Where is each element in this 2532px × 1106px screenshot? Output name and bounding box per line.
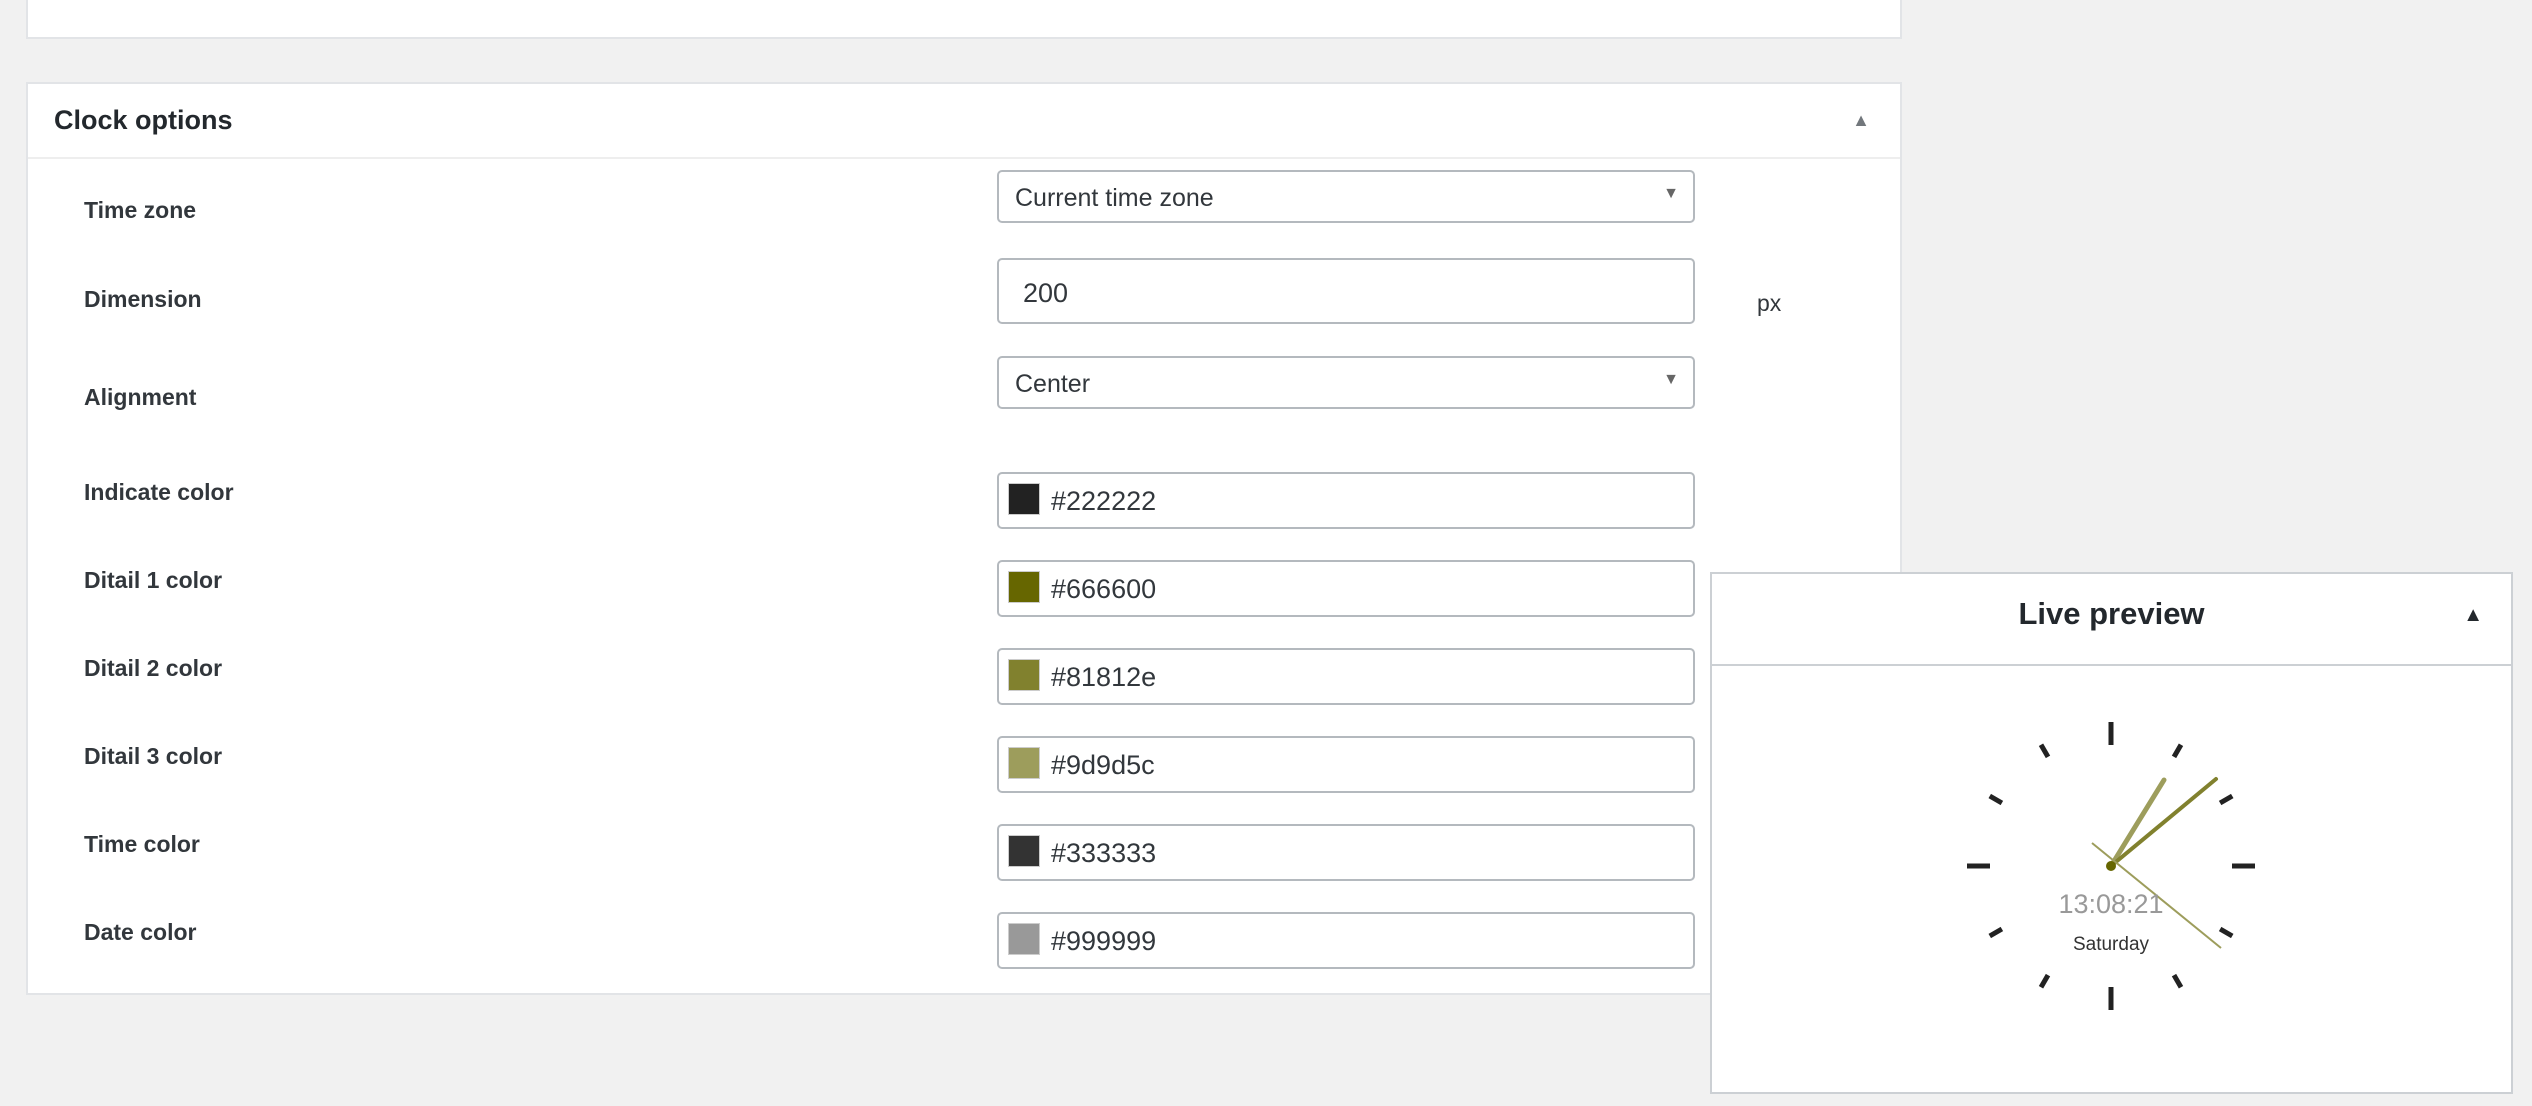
hour-tick xyxy=(2218,793,2234,806)
time-color-input[interactable]: #333333 xyxy=(997,824,1695,881)
clock-time: 13:08:21 xyxy=(2058,889,2163,919)
indicate-color-value: #222222 xyxy=(1051,486,1157,516)
ditail-2-color-value: #81812e xyxy=(1051,662,1157,692)
triangle-down-icon: ▼ xyxy=(1663,371,1679,388)
live-preview-panel: Live preview ▲ 13:08:21 Saturday xyxy=(1710,572,2513,1094)
indicate-color-input[interactable]: #222222 xyxy=(997,472,1695,529)
ditail-1-color-input[interactable]: #666600 xyxy=(997,560,1695,617)
triangle-down-icon: ▼ xyxy=(1663,185,1679,202)
dimension-unit: px xyxy=(1757,290,1782,316)
clock-options-header[interactable]: Clock options ▲ xyxy=(28,84,1900,159)
ditail-2-color-label: Ditail 2 color xyxy=(84,655,223,681)
panel-title: Clock options xyxy=(54,105,233,135)
date-color-value: #999999 xyxy=(1051,926,1157,956)
color-swatch[interactable] xyxy=(1008,835,1040,867)
clock-date: Saturday xyxy=(2073,934,2150,955)
hour-tick xyxy=(2218,926,2234,939)
color-swatch[interactable] xyxy=(1008,747,1040,779)
color-swatch[interactable] xyxy=(1008,923,1040,955)
collapse-triangle-up-icon[interactable]: ▲ xyxy=(2463,604,2483,627)
hour-tick xyxy=(2171,973,2184,989)
collapse-triangle-up-icon[interactable]: ▲ xyxy=(1852,110,1870,131)
time-zone-value: Current time zone xyxy=(1015,184,1214,212)
panel-title: Live preview xyxy=(2018,596,2205,631)
hour-tick xyxy=(1988,793,2004,806)
dimension-value: 200 xyxy=(1023,278,1069,308)
alignment-label: Alignment xyxy=(84,384,197,410)
color-swatch[interactable] xyxy=(1008,659,1040,691)
clock-center xyxy=(2106,861,2116,871)
alignment-value: Center xyxy=(1015,370,1091,398)
hour-tick xyxy=(2038,743,2051,759)
live-preview-header[interactable]: Live preview ▲ xyxy=(1712,574,2511,666)
ditail-2-color-input[interactable]: #81812e xyxy=(997,648,1695,705)
time-zone-select[interactable]: Current time zone ▼ xyxy=(997,170,1695,223)
dimension-label: Dimension xyxy=(84,286,202,312)
ditail-3-color-input[interactable]: #9d9d5c xyxy=(997,736,1695,793)
hour-tick xyxy=(2038,973,2051,989)
time-color-value: #333333 xyxy=(1051,838,1157,868)
ditail-1-color-value: #666600 xyxy=(1051,574,1157,604)
color-swatch[interactable] xyxy=(1008,571,1040,603)
clock-options-panel: Clock options ▲ Time zone Current time z… xyxy=(26,82,1902,995)
indicate-color-label: Indicate color xyxy=(84,479,234,505)
top-panel xyxy=(26,0,1902,39)
ditail-1-color-label: Ditail 1 color xyxy=(84,567,223,593)
ditail-3-color-value: #9d9d5c xyxy=(1051,750,1155,780)
time-zone-label: Time zone xyxy=(84,197,197,223)
hour-tick xyxy=(1988,926,2004,939)
hour-hand xyxy=(2108,777,2167,869)
color-swatch[interactable] xyxy=(1008,483,1040,515)
alignment-select[interactable]: Center ▼ xyxy=(997,356,1695,409)
time-color-label: Time color xyxy=(84,831,200,857)
date-color-label: Date color xyxy=(84,919,197,945)
dimension-input[interactable]: 200 xyxy=(997,258,1695,324)
hour-tick xyxy=(2171,743,2184,759)
minute-hand xyxy=(2109,777,2218,868)
date-color-input[interactable]: #999999 xyxy=(997,912,1695,969)
ditail-3-color-label: Ditail 3 color xyxy=(84,743,223,769)
analog-clock: 13:08:21 Saturday xyxy=(1967,722,2255,1010)
